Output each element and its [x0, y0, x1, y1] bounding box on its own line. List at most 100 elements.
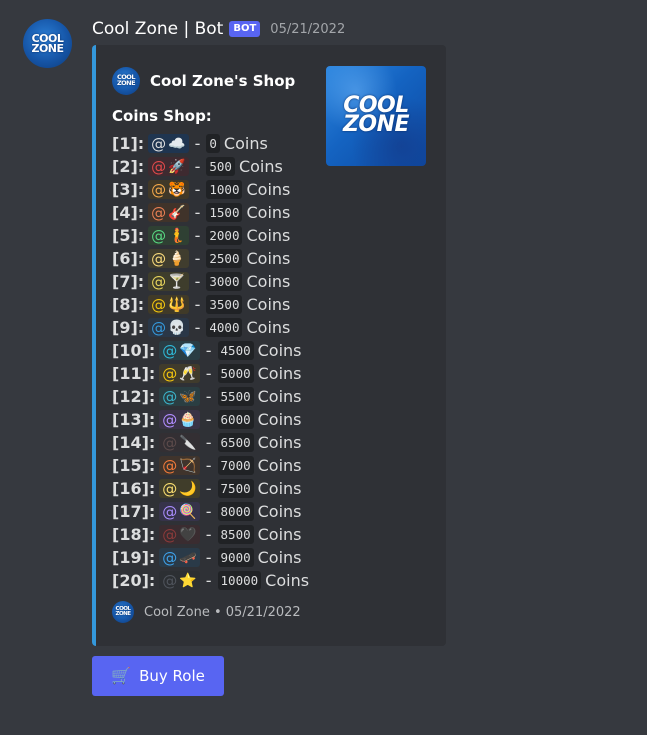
separator: -	[194, 134, 201, 153]
separator: -	[205, 341, 212, 360]
role-mention[interactable]: @ 🥂	[159, 364, 200, 383]
item-price: 3500	[206, 295, 243, 314]
role-mention[interactable]: @ 🌙	[159, 479, 200, 498]
author-icon: COOL ZONE	[112, 67, 140, 95]
role-mention[interactable]: @ 🚀	[148, 157, 189, 176]
bot-avatar[interactable]: COOL ZONE	[23, 19, 72, 68]
role-mention[interactable]: @ 💎	[159, 341, 200, 360]
separator: -	[194, 157, 201, 176]
role-mention[interactable]: @ 🍸	[148, 272, 189, 291]
item-index: [20]:	[112, 571, 156, 590]
price-unit: Coins	[246, 180, 291, 199]
item-price: 6000	[217, 410, 254, 429]
price-unit: Coins	[246, 226, 291, 245]
shop-item-row: [14]: @ 🔪 -6500 Coins	[112, 431, 309, 454]
price-unit: Coins	[257, 387, 302, 406]
username[interactable]: Cool Zone | Bot	[92, 19, 223, 39]
separator: -	[205, 364, 212, 383]
item-index: [12]:	[112, 387, 156, 406]
role-emoji-icon: 🏹	[179, 457, 197, 474]
role-emoji-icon: 🧜	[168, 227, 186, 244]
role-at-symbol: @	[151, 203, 167, 222]
separator: -	[194, 249, 201, 268]
shop-item-row: [1]: @ ☁️ -0 Coins	[112, 132, 309, 155]
item-price: 9000	[217, 548, 254, 567]
item-index: [16]:	[112, 479, 156, 498]
role-emoji-icon: 🚀	[168, 158, 186, 175]
separator: -	[194, 272, 201, 291]
role-mention[interactable]: @ ☁️	[148, 134, 189, 153]
shop-item-row: [18]: @ 🖤 -8500 Coins	[112, 523, 309, 546]
message-header: Cool Zone | Bot BOT 05/21/2022	[92, 16, 345, 42]
item-index: [11]:	[112, 364, 156, 383]
role-mention[interactable]: @ 🛹	[159, 548, 200, 567]
role-emoji-icon: ☁️	[168, 135, 186, 152]
price-unit: Coins	[257, 433, 302, 452]
item-price: 1500	[206, 203, 243, 222]
footer-icon: COOL ZONE	[112, 601, 134, 623]
role-mention[interactable]: @ ⭐	[159, 571, 200, 590]
item-index: [1]:	[112, 134, 145, 153]
role-mention[interactable]: @ 🍭	[159, 502, 200, 521]
role-emoji-icon: 🛹	[179, 549, 197, 566]
item-price: 500	[206, 157, 235, 176]
separator: -	[194, 226, 201, 245]
role-emoji-icon: 🔪	[179, 434, 197, 451]
shop-item-row: [9]: @ 💀 -4000 Coins	[112, 316, 309, 339]
role-emoji-icon: 🍸	[168, 273, 186, 290]
role-at-symbol: @	[151, 134, 167, 153]
role-emoji-icon: 🍦	[168, 250, 186, 267]
role-mention[interactable]: @ 🖤	[159, 525, 200, 544]
role-mention[interactable]: @ 🔱	[148, 295, 189, 314]
role-at-symbol: @	[162, 341, 178, 360]
shop-item-row: [3]: @ 🐯 -1000 Coins	[112, 178, 309, 201]
item-index: [19]:	[112, 548, 156, 567]
role-at-symbol: @	[162, 479, 178, 498]
embed-title: Coins Shop:	[112, 107, 212, 125]
separator: -	[205, 410, 212, 429]
buy-role-button[interactable]: 🛒 Buy Role	[92, 656, 224, 696]
role-mention[interactable]: @ 🏹	[159, 456, 200, 475]
role-mention[interactable]: @ 🍦	[148, 249, 189, 268]
role-at-symbol: @	[151, 272, 167, 291]
price-unit: Coins	[246, 318, 291, 337]
item-index: [18]:	[112, 525, 156, 544]
embed-thumbnail[interactable]: COOL ZONE	[326, 66, 426, 166]
item-index: [17]:	[112, 502, 156, 521]
role-at-symbol: @	[162, 548, 178, 567]
role-at-symbol: @	[162, 502, 178, 521]
role-at-symbol: @	[162, 525, 178, 544]
price-unit: Coins	[257, 525, 302, 544]
separator: -	[205, 571, 212, 590]
role-mention[interactable]: @ 🐯	[148, 180, 189, 199]
role-mention[interactable]: @ 🧜	[148, 226, 189, 245]
bot-badge: BOT	[229, 21, 261, 37]
separator: -	[194, 203, 201, 222]
price-unit: Coins	[257, 410, 302, 429]
role-mention[interactable]: @ 🎸	[148, 203, 189, 222]
price-unit: Coins	[246, 203, 291, 222]
separator: -	[194, 295, 201, 314]
role-mention[interactable]: @ 💀	[148, 318, 189, 337]
role-at-symbol: @	[151, 180, 167, 199]
footer-text: Cool Zone • 05/21/2022	[144, 604, 301, 620]
price-unit: Coins	[257, 548, 302, 567]
item-price: 5000	[217, 364, 254, 383]
price-unit: Coins	[257, 456, 302, 475]
price-unit: Coins	[257, 502, 302, 521]
role-emoji-icon: 🌙	[179, 480, 197, 497]
separator: -	[205, 502, 212, 521]
role-at-symbol: @	[162, 387, 178, 406]
shop-item-row: [6]: @ 🍦 -2500 Coins	[112, 247, 309, 270]
role-at-symbol: @	[151, 157, 167, 176]
role-at-symbol: @	[162, 571, 178, 590]
role-mention[interactable]: @ 🦋	[159, 387, 200, 406]
embed-footer: COOL ZONE Cool Zone • 05/21/2022	[112, 601, 301, 623]
role-mention[interactable]: @ 🧁	[159, 410, 200, 429]
item-index: [10]:	[112, 341, 156, 360]
role-mention[interactable]: @ 🔪	[159, 433, 200, 452]
item-price: 3000	[206, 272, 243, 291]
separator: -	[194, 318, 201, 337]
role-emoji-icon: 🔱	[168, 296, 186, 313]
item-index: [5]:	[112, 226, 145, 245]
